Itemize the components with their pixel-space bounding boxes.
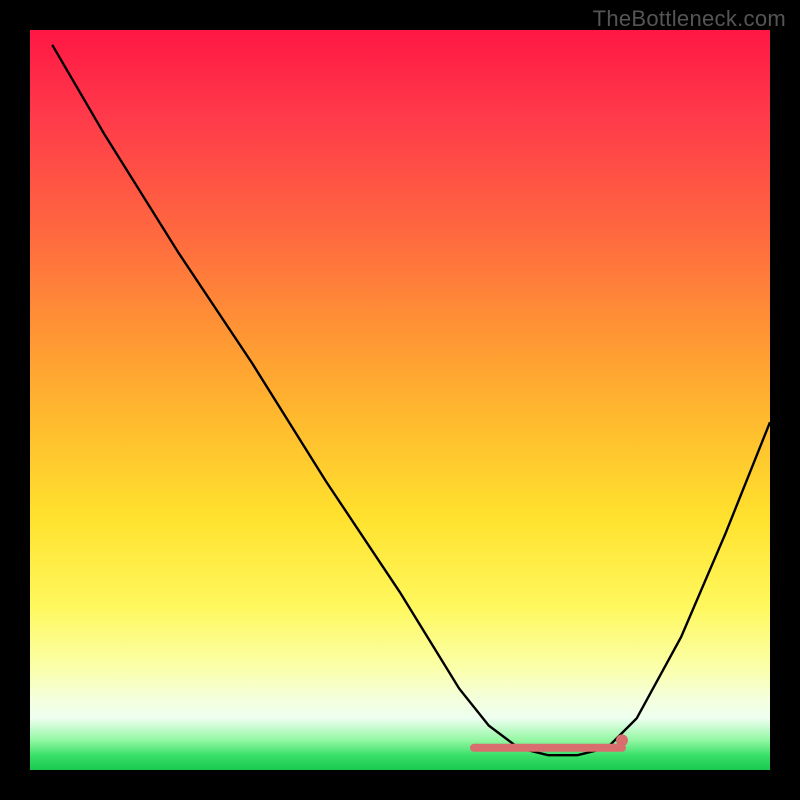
marker-dot <box>616 734 628 746</box>
plot-area <box>30 30 770 770</box>
marker-layer <box>30 30 770 770</box>
chart-frame: TheBottleneck.com <box>0 0 800 800</box>
watermark-text: TheBottleneck.com <box>593 6 786 32</box>
